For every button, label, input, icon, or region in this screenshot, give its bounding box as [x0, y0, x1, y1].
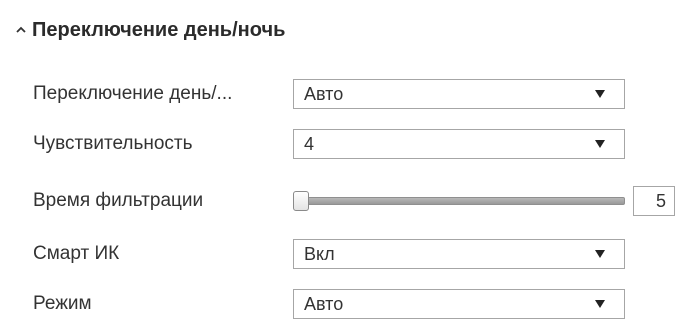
triangle-down-icon	[595, 140, 605, 148]
slider-thumb[interactable]	[293, 191, 309, 211]
triangle-down-icon	[595, 300, 605, 308]
select-value: Вкл	[304, 243, 335, 264]
slider-track[interactable]	[299, 197, 625, 205]
filter-time-label: Время фильтрации	[33, 190, 204, 211]
row-mode: Режим Авто	[33, 286, 625, 322]
filter-time-value-field[interactable]: 5	[633, 186, 675, 216]
section-header-day-night[interactable]: Переключение день/ночь	[14, 14, 285, 46]
filter-time-slider[interactable]	[293, 183, 625, 219]
sensitivity-label: Чувствительность	[33, 133, 193, 154]
sensitivity-select[interactable]: 4	[293, 129, 625, 159]
smart-ir-label: Смарт ИК	[33, 243, 120, 264]
row-day-night-switch: Переключение день/... Авто	[33, 76, 625, 112]
triangle-down-icon	[595, 250, 605, 258]
select-value: 4	[304, 133, 315, 154]
day-night-switch-select[interactable]: Авто	[293, 79, 625, 109]
triangle-down-icon	[595, 90, 605, 98]
row-smart-ir: Смарт ИК Вкл	[33, 236, 625, 272]
mode-select[interactable]: Авто	[293, 289, 625, 319]
row-filter-time: Время фильтрации 5	[33, 183, 675, 219]
select-value: Авто	[304, 83, 344, 104]
section-title: Переключение день/ночь	[32, 18, 286, 41]
mode-label: Режим	[33, 293, 92, 314]
select-value: Авто	[304, 293, 344, 314]
day-night-switch-label: Переключение день/...	[33, 83, 233, 104]
row-sensitivity: Чувствительность 4	[33, 126, 625, 162]
smart-ir-select[interactable]: Вкл	[293, 239, 625, 269]
chevron-up-icon	[14, 23, 28, 37]
